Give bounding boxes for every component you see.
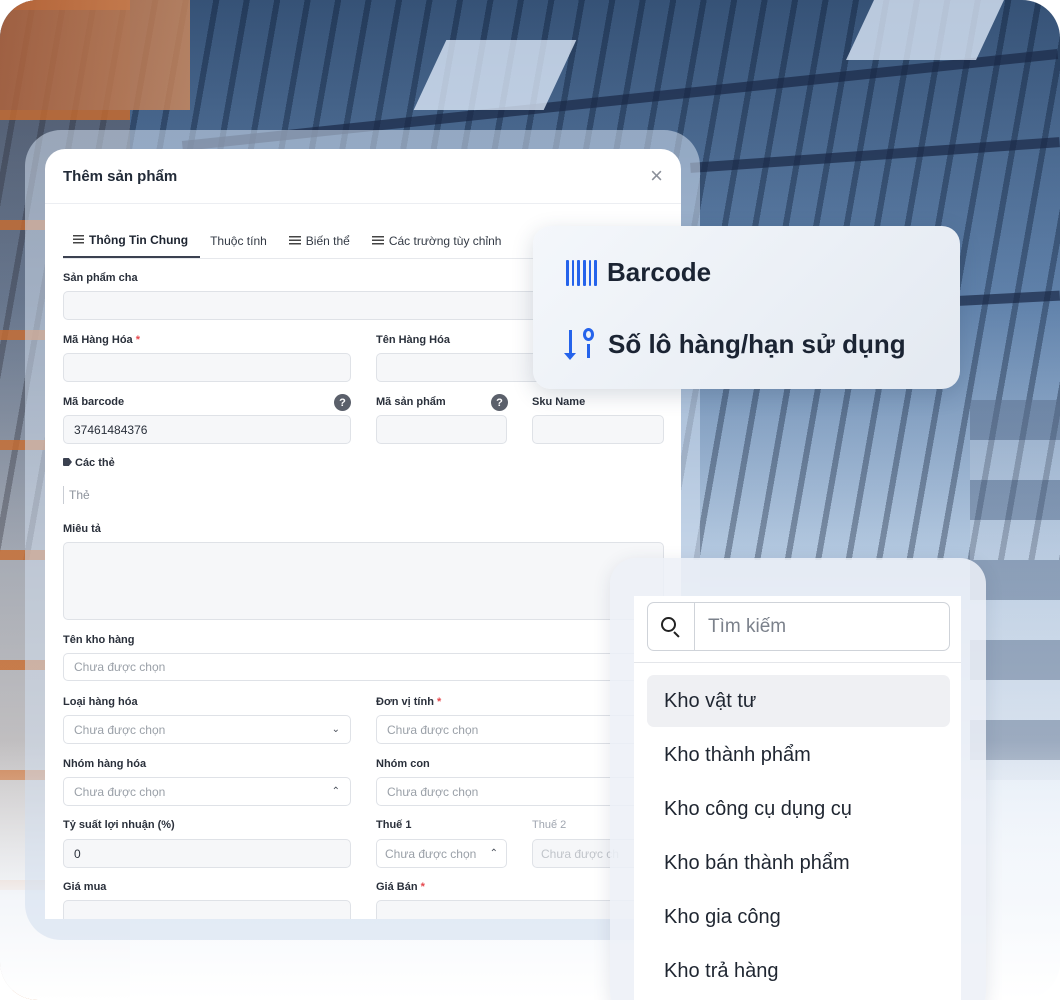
item-group-label: Nhóm hàng hóa <box>63 758 147 770</box>
tax1-select[interactable]: Chưa được chọn ⌃ <box>376 839 507 868</box>
search-placeholder: Tìm kiếm <box>708 615 787 637</box>
search-icon <box>648 603 695 650</box>
sku-name-label: Sku Name <box>532 396 586 408</box>
tags-label: Các thẻ <box>63 457 115 469</box>
feature-barcode: Barcode <box>566 257 711 288</box>
tab-custom-fields[interactable]: Các trường tùy chỉnh <box>362 227 514 258</box>
sale-price-label: Giá Bán * <box>376 881 425 893</box>
feature-lot-expiry-label: Số lô hàng/hạn sử dụng <box>608 328 906 359</box>
barcode-label: Mã barcode <box>63 396 125 408</box>
help-icon[interactable]: ? <box>491 394 508 411</box>
purchase-price-input[interactable] <box>63 900 351 919</box>
item-type-select[interactable]: Chưa được chọn ⌄ <box>63 715 351 744</box>
dropdown-option[interactable]: Kho gia công <box>647 891 950 943</box>
chevron-down-icon: ⌄ <box>331 724 340 735</box>
dropdown-option[interactable]: Kho trả hàng <box>647 945 950 997</box>
dropdown-option[interactable]: Kho công cụ dụng cụ <box>647 783 950 835</box>
dropdown-option[interactable]: Kho bán thành phẩm <box>647 837 950 889</box>
item-name-label: Tên Hàng Hóa <box>376 334 450 346</box>
chevron-up-icon: ⌃ <box>489 848 498 859</box>
help-icon[interactable]: ? <box>334 394 351 411</box>
tab-attributes[interactable]: Thuộc tính <box>200 227 279 258</box>
tab-general-info[interactable]: Thông Tin Chung <box>63 227 201 258</box>
modal-header: Thêm sản phẩm × <box>45 149 681 204</box>
warehouse-select[interactable]: Chưa được chọn <box>63 653 664 681</box>
warehouse-label: Tên kho hàng <box>63 634 135 646</box>
sort-numeric-icon <box>564 328 598 360</box>
sub-group-label: Nhóm con <box>376 758 430 770</box>
tax1-label: Thuế 1 <box>376 819 412 831</box>
description-label: Miêu tả <box>63 523 101 535</box>
barcode-input[interactable]: 37461484376 <box>63 415 351 444</box>
barcode-icon <box>566 259 597 286</box>
list-icon <box>73 235 84 244</box>
tag-icon <box>63 458 72 466</box>
search-input[interactable]: Tìm kiếm <box>647 602 950 651</box>
item-code-label: Mã Hàng Hóa * <box>63 334 141 346</box>
profit-rate-input[interactable]: 0 <box>63 839 351 868</box>
product-code-label: Mã sản phẩm <box>376 396 446 408</box>
dropdown-option[interactable]: Kho thành phẩm <box>647 729 950 781</box>
description-textarea[interactable] <box>63 542 664 620</box>
list-icon <box>288 236 301 245</box>
chevron-up-icon: ⌃ <box>331 786 340 797</box>
modal-title: Thêm sản phẩm <box>63 167 178 185</box>
tax2-label: Thuế 2 <box>532 819 567 831</box>
list-icon <box>371 236 384 245</box>
item-type-label: Loại hàng hóa <box>63 696 138 708</box>
feature-lot-expiry: Số lô hàng/hạn sử dụng <box>564 328 906 360</box>
item-code-input[interactable] <box>63 353 351 382</box>
dropdown-divider <box>634 662 961 663</box>
dropdown-option[interactable]: Kho vật tư <box>647 675 950 727</box>
warehouse-dropdown: Tìm kiếm Kho vật tư Kho thành phẩm Kho c… <box>634 596 961 1000</box>
feature-barcode-label: Barcode <box>607 257 712 287</box>
parent-product-label: Sản phẩm cha <box>63 272 138 284</box>
tab-variants[interactable]: Biến thể <box>279 227 362 258</box>
tags-input[interactable]: Thẻ <box>63 486 90 504</box>
close-button[interactable]: × <box>650 165 663 187</box>
unit-label: Đơn vị tính * <box>376 696 442 708</box>
tab-bar: Thông Tin Chung Thuộc tính Biến thể Các … <box>63 227 513 258</box>
item-group-select[interactable]: Chưa được chọn ⌃ <box>63 777 351 806</box>
sku-name-input[interactable] <box>532 415 664 444</box>
product-code-input[interactable] <box>376 415 507 444</box>
profit-rate-label: Tỷ suất lợi nhuận (%) <box>63 819 175 831</box>
purchase-price-label: Giá mua <box>63 881 107 893</box>
feature-card: Barcode Số lô hàng/hạn sử dụng <box>533 226 960 389</box>
